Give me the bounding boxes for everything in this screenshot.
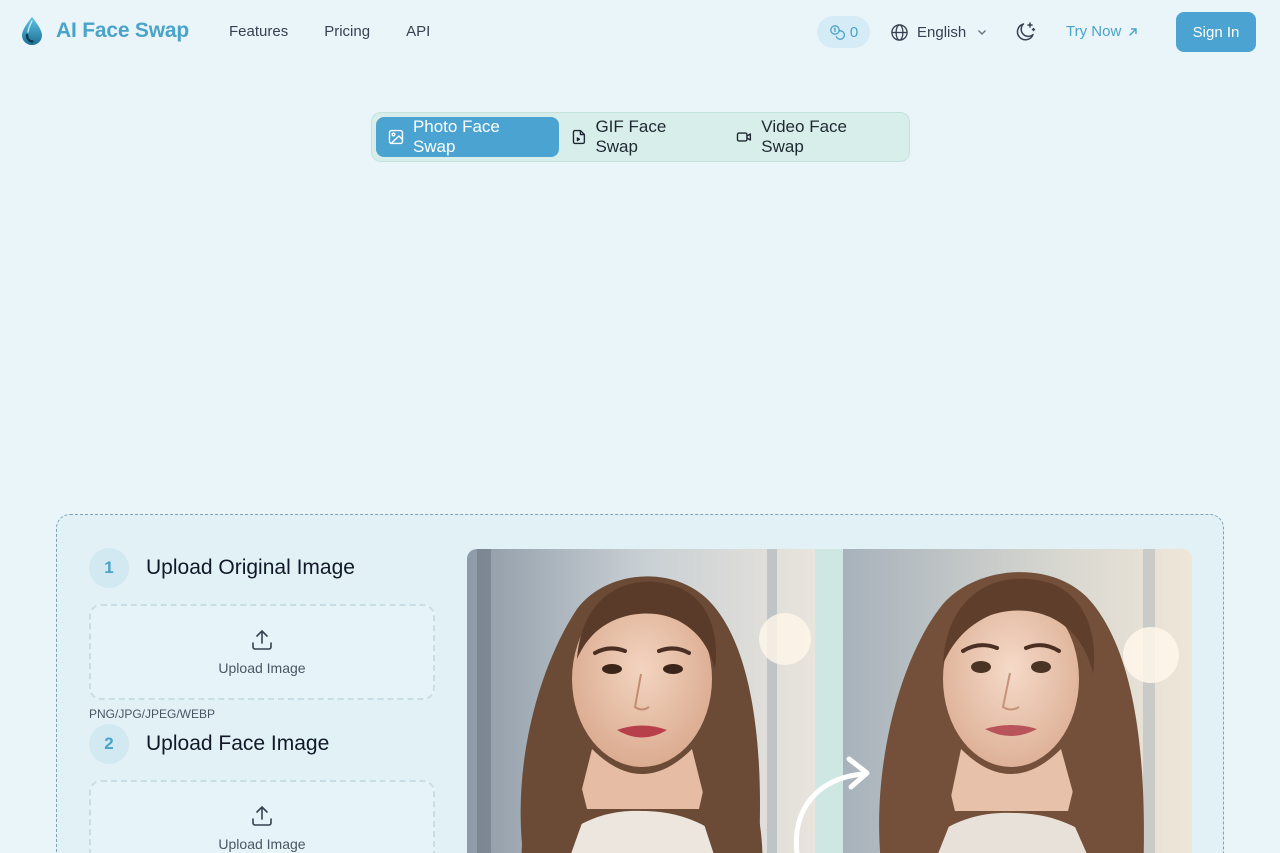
nav-pricing[interactable]: Pricing xyxy=(324,22,370,42)
brand-logo[interactable]: AI Face Swap xyxy=(20,16,189,46)
original-photo xyxy=(467,549,815,853)
step-number-badge: 1 xyxy=(89,548,129,588)
main-nav: Features Pricing API xyxy=(229,22,466,42)
language-label: English xyxy=(917,23,967,41)
step-upload-face: 2 Upload Face Image xyxy=(89,724,329,764)
tab-gif-face-swap[interactable]: GIF Face Swap xyxy=(559,117,725,157)
coins-icon xyxy=(829,25,845,40)
credits-badge[interactable]: 0 xyxy=(817,16,870,48)
upload-face-dropzone[interactable]: Upload Image xyxy=(89,780,435,853)
brand-name: AI Face Swap xyxy=(56,19,189,42)
swap-arrow-icon xyxy=(793,756,870,853)
step-number-badge: 2 xyxy=(89,724,129,764)
credits-count: 0 xyxy=(849,23,859,41)
file-icon xyxy=(572,129,585,145)
upload-original-dropzone[interactable]: Upload Image xyxy=(89,604,435,700)
arrow-up-right-icon xyxy=(1129,28,1137,36)
upload-face-label: Upload Image xyxy=(218,836,306,852)
tab-photo-label: Photo Face Swap xyxy=(412,117,500,156)
moon-stars-icon[interactable] xyxy=(1013,20,1037,44)
nav-features[interactable]: Features xyxy=(229,22,288,42)
try-now-link[interactable]: Try Now xyxy=(1066,22,1139,42)
language-selector[interactable]: English xyxy=(890,18,988,46)
tab-video-label: Video Face Swap xyxy=(761,117,847,156)
step-title: Upload Original Image xyxy=(146,556,355,579)
upload-original-label: Upload Image xyxy=(218,660,306,676)
globe-icon xyxy=(891,23,908,41)
tab-photo-face-swap[interactable]: Photo Face Swap xyxy=(376,117,559,157)
step-title: Upload Face Image xyxy=(146,732,330,755)
swap-preview xyxy=(467,549,1192,853)
accepted-formats: PNG/JPG/JPEG/WEBP xyxy=(89,707,216,721)
upload-icon xyxy=(252,630,272,650)
tab-gif-label: GIF Face Swap xyxy=(595,117,667,156)
nav-api[interactable]: API xyxy=(406,22,430,42)
image-icon xyxy=(388,129,404,145)
swapped-photo xyxy=(843,549,1192,853)
sign-in-button[interactable]: Sign In xyxy=(1176,12,1256,52)
video-icon xyxy=(737,132,752,142)
top-header: AI Face Swap Features Pricing API 0 Engl… xyxy=(0,0,1280,64)
water-drop-icon xyxy=(22,17,42,45)
step-upload-original: 1 Upload Original Image xyxy=(89,548,355,588)
tab-video-face-swap[interactable]: Video Face Swap xyxy=(724,117,905,157)
try-now-label: Try Now xyxy=(1066,23,1122,40)
chevron-down-icon xyxy=(978,30,987,35)
face-swap-workspace: 1 Upload Original Image Upload Image PNG… xyxy=(56,514,1224,853)
upload-icon xyxy=(252,806,272,826)
mode-tabs: Photo Face Swap GIF Face Swap Video Face… xyxy=(371,112,910,162)
